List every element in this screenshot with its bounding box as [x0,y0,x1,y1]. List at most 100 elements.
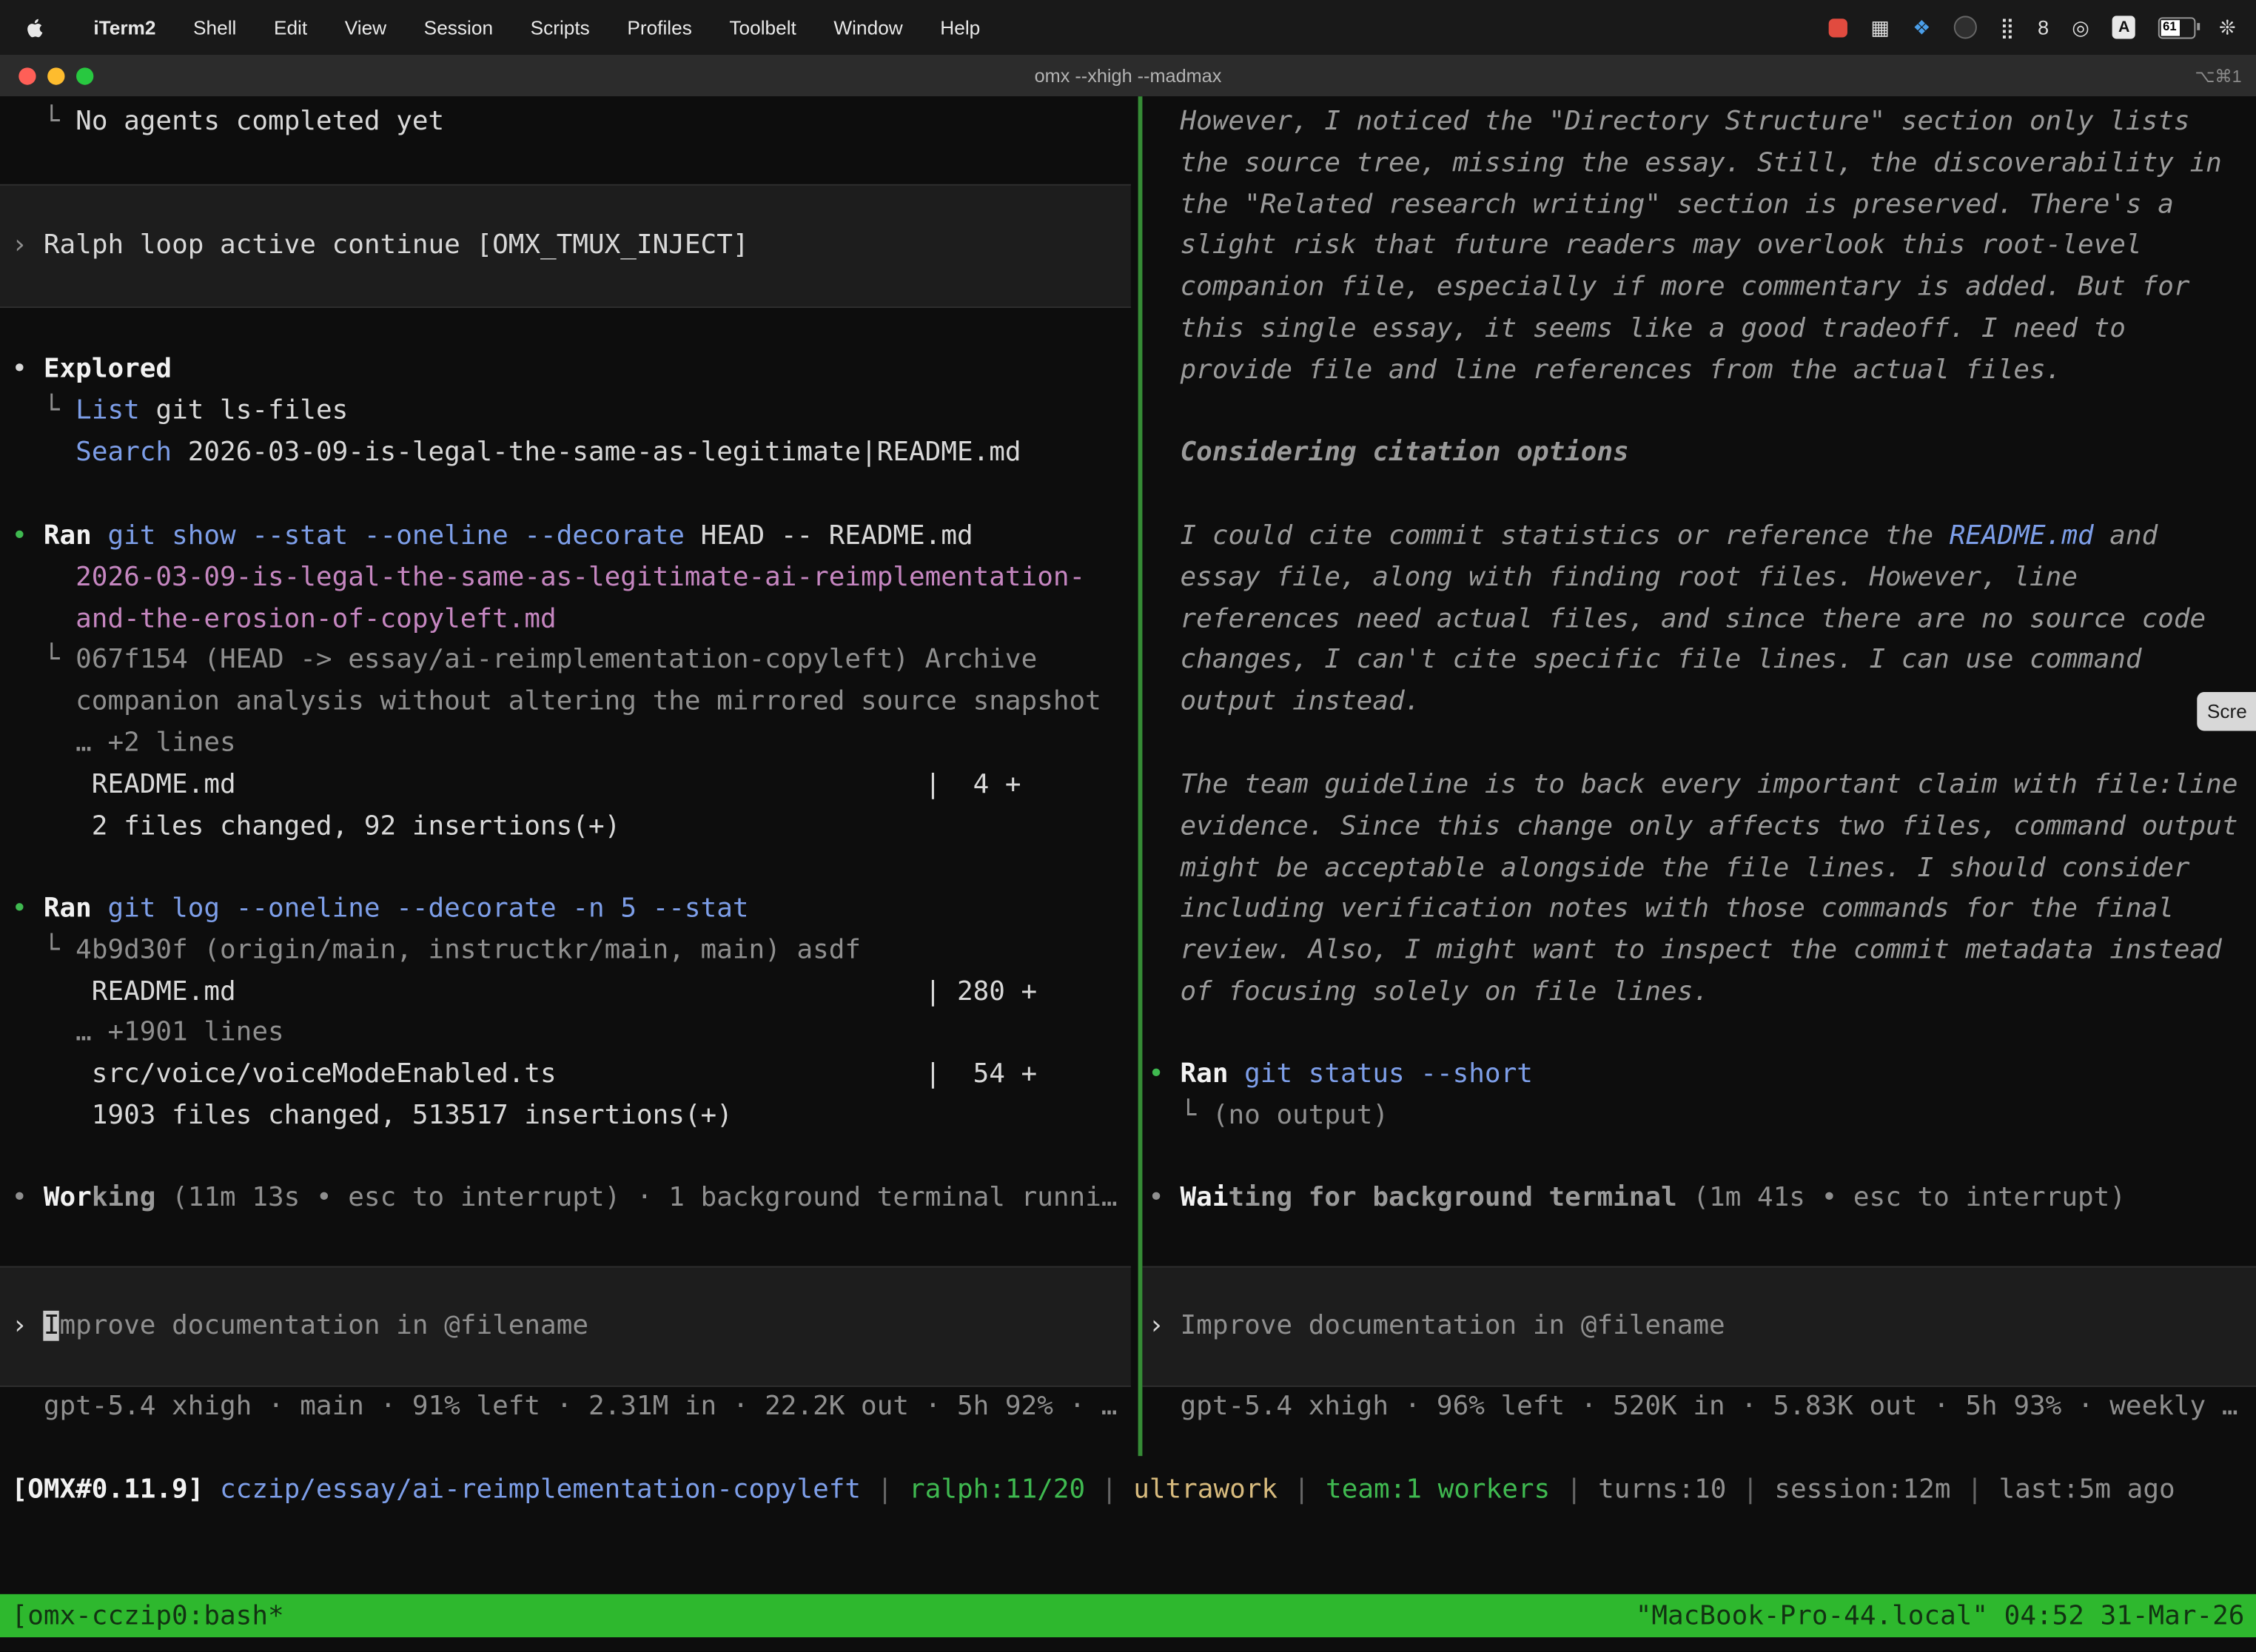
macos-menu-bar: iTerm2 Shell Edit View Session Scripts P… [0,0,2256,55]
menu-item-scripts[interactable]: Scripts [511,0,608,55]
terminal-line: 1903 files changed, 513517 insertions(+) [12,1096,1137,1138]
menu-item-edit[interactable]: Edit [255,0,326,55]
model-status-line: gpt-5.4 xhigh · main · 91% left · 2.31M … [12,1387,1137,1428]
no-agents-block: └ No agents completed yet [0,102,1137,144]
window-shortcut-badge: ⌥⌘1 [2195,65,2241,85]
composer-line: › Improve documentation in @filename [1148,1306,1725,1347]
terminal-line: └ 067f154 (HEAD -> essay/ai-reimplementa… [12,641,1137,682]
grid-status-icon[interactable]: ▦ [1870,17,1890,37]
thinking-heading-line: Considering citation options [1148,433,2256,474]
working-status-line: • Working (11m 13s • esc to interrupt) ·… [12,1178,1137,1220]
terminal-line: slight risk that future readers may over… [1148,226,2256,268]
dark-disc-status-icon[interactable] [1954,16,1977,38]
eight-status-icon[interactable]: 8 [2038,17,2049,37]
blue-app-status-icon[interactable]: ❖ [1913,17,1930,37]
terminal-line: The team guideline is to back every impo… [1148,765,2256,807]
terminal-line: the source tree, missing the essay. Stil… [1148,144,2256,185]
terminal-line: … +2 lines [12,724,1137,765]
terminal-line: changes, I can't cite specific file line… [1148,641,2256,682]
apple-menu[interactable] [24,15,49,39]
composer-input-left[interactable]: › Improve documentation in @filename [0,1266,1131,1387]
thinking-paragraph-1: However, I noticed the "Directory Struct… [1142,102,2256,392]
ran-git-log-block: • Ran git log --oneline --decorate -n 5 … [0,889,1137,1138]
terminal-line: └ 4b9d30f (origin/main, instructkr/main,… [12,930,1137,972]
omx-status-line: [OMX#0.11.9] cczip/essay/ai-reimplementa… [12,1471,2175,1512]
terminal-content: └ No agents completed yet › Ralph loop a… [0,96,2256,1651]
terminal-line: evidence. Since this change only affects… [1148,807,2256,848]
terminal-line: companion file, especially if more comme… [1148,268,2256,309]
terminal-line: • Ran git show --stat --oneline --decora… [12,517,1137,558]
menu-item-iterm2[interactable]: iTerm2 [75,0,175,55]
terminal-pane-left: └ No agents completed yet › Ralph loop a… [0,96,1137,1456]
model-status-left: gpt-5.4 xhigh · main · 91% left · 2.31M … [0,1387,1137,1428]
terminal-line: src/voice/voiceModeEnabled.ts | 54 + [12,1055,1137,1096]
terminal-line: • Ran git status --short [1148,1055,2256,1096]
terminal-line: README.md | 280 + [12,972,1137,1013]
thinking-paragraph-2: I could cite commit statistics or refere… [1142,517,2256,724]
lens-status-icon[interactable]: ◎ [2072,17,2089,37]
menu-item-toolbelt[interactable]: Toolbelt [711,0,815,55]
inject-prompt-line: › Ralph loop active continue [OMX_TMUX_I… [12,225,749,266]
menu-item-profiles[interactable]: Profiles [608,0,711,55]
terminal-pane-right: However, I noticed the "Directory Struct… [1142,96,2256,1456]
terminal-line: essay file, along with finding root file… [1148,558,2256,600]
terminal-line: including verification notes with those … [1148,890,2256,931]
thinking-heading: Considering citation options [1142,433,2256,474]
terminal-line: Search 2026-03-09-is-legal-the-same-as-l… [12,432,1137,474]
waiting-status-block: • Waiting for background terminal (1m 41… [1142,1178,2256,1220]
battery-cap [2198,22,2200,30]
thinking-paragraph-3: The team guideline is to back every impo… [1142,765,2256,1014]
terminal-line: and-the-erosion-of-copyleft.md [12,600,1137,641]
terminal-line: I could cite commit statistics or refere… [1148,517,2256,558]
terminal-line: this single essay, it seems like a good … [1148,309,2256,351]
terminal-line: README.md | 4 + [12,765,1137,807]
menu-item-shell[interactable]: Shell [175,0,255,55]
terminal-line: of focusing solely on file lines. [1148,973,2256,1014]
menu-item-window[interactable]: Window [815,0,921,55]
terminal-line: • Ran git log --oneline --decorate -n 5 … [12,889,1137,930]
input-source-icon[interactable]: A [2112,16,2135,38]
window-title: omx --xhigh --madmax [0,64,2256,86]
composer-input-right[interactable]: › Improve documentation in @filename [1142,1266,2256,1387]
terminal-line: However, I noticed the "Directory Struct… [1148,102,2256,144]
waiting-status-line: • Waiting for background terminal (1m 41… [1148,1178,2256,1220]
tmux-session-label: [omx-cczip0:bash* [12,1601,284,1631]
working-status-block: • Working (11m 13s • esc to interrupt) ·… [0,1178,1137,1220]
screen-recording-indicator-icon[interactable] [1829,18,1847,36]
screen: iTerm2 Shell Edit View Session Scripts P… [0,0,2256,1652]
window-title-bar: omx --xhigh --madmax ⌥⌘1 [0,55,2256,98]
composer-line: › Improve documentation in @filename [12,1306,588,1347]
dots-grid-status-icon[interactable]: ⣿ [2000,17,2015,37]
terminal-line: … +1901 lines [12,1013,1137,1055]
terminal-line: └ No agents completed yet [12,102,1137,144]
terminal-line: review. Also, I might want to inspect th… [1148,931,2256,973]
battery-percent: 61 [2163,19,2176,32]
terminal-line: output instead. [1148,682,2256,724]
tmux-status-bar: [omx-cczip0:bash* "MacBook-Pro-44.local"… [0,1594,2256,1637]
explored-block: • Explored └ List git ls-files Search 20… [0,349,1137,474]
fan-status-icon[interactable]: ❊ [2219,17,2236,37]
ran-git-show-block: • Ran git show --stat --oneline --decora… [0,517,1137,848]
menu-bar-status-area: ▦ ❖ ⣿ 8 ◎ A 61 ❊ [1829,16,2256,38]
menu-item-help[interactable]: Help [921,0,999,55]
terminal-line: companion analysis without altering the … [12,682,1137,724]
terminal-line: • Explored [12,349,1137,391]
terminal-line: 2026-03-09-is-legal-the-same-as-legitima… [12,558,1137,600]
menu-item-view[interactable]: View [326,0,405,55]
menu-item-session[interactable]: Session [405,0,511,55]
model-status-line: gpt-5.4 xhigh · 96% left · 520K in · 5.8… [1148,1387,2256,1428]
omx-status-bar: [OMX#0.11.9] cczip/essay/ai-reimplementa… [12,1471,2175,1512]
screen-edge-overlay[interactable]: Scre [2197,692,2256,731]
model-status-right: gpt-5.4 xhigh · 96% left · 520K in · 5.8… [1142,1387,2256,1428]
apple-icon [24,15,46,39]
terminal-line: the "Related research writing" section i… [1148,185,2256,226]
terminal-line: provide file and line references from th… [1148,351,2256,392]
terminal-line: might be acceptable alongside the file l… [1148,848,2256,890]
tmux-host-clock-label: "MacBook-Pro-44.local" 04:52 31-Mar-26 [1636,1601,2245,1631]
terminal-line: └ List git ls-files [12,391,1137,432]
terminal-line: └ (no output) [1148,1096,2256,1138]
ran-git-status-block: • Ran git status --short └ (no output) [1142,1055,2256,1138]
terminal-line: references need actual files, and since … [1148,600,2256,641]
battery-icon[interactable]: 61 [2158,16,2196,38]
inject-prompt-panel[interactable]: › Ralph loop active continue [OMX_TMUX_I… [0,184,1131,308]
